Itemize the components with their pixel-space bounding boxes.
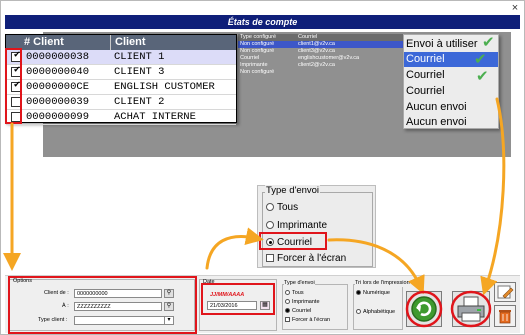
option-label: Tous	[292, 290, 304, 296]
radio-icon[interactable]	[356, 309, 361, 314]
cell-client: CLIENT 1	[114, 51, 165, 63]
option-label: Courriel	[292, 308, 312, 314]
dropdown-item[interactable]: Aucun envoi	[404, 115, 498, 130]
bg-cell-type: Imprimante	[240, 62, 268, 68]
check-icon: ✔	[474, 51, 487, 68]
option-label: Imprimante	[277, 220, 328, 231]
checkbox-icon[interactable]	[285, 317, 290, 322]
bg-col-email: Courriel	[298, 34, 318, 40]
cell-number: 0000000040	[26, 66, 90, 78]
cell-client: CLIENT 3	[114, 66, 165, 78]
envoi-dropdown[interactable]: Envoi à utiliser Courriel Courriel Courr…	[403, 34, 499, 129]
option-imprimante[interactable]: Imprimante	[285, 299, 320, 306]
option-forcer-ecran[interactable]: Forcer à l'écran	[266, 253, 346, 265]
bg-cell-type: Courriel	[240, 55, 260, 61]
bg-cell-email: client2@v2v.ca	[298, 62, 335, 68]
dropdown-item[interactable]: Aucun envoi	[404, 100, 498, 115]
option-label: Forcer à l'écran	[292, 317, 331, 323]
dropdown-item[interactable]: Courriel	[404, 84, 498, 99]
options-highlight-box	[8, 276, 197, 334]
cell-client: ACHAT INTERNE	[114, 111, 196, 123]
option-imprimante[interactable]: Imprimante	[266, 220, 327, 232]
checkbox-highlight-box	[5, 48, 22, 124]
option-label: Numérique	[363, 290, 390, 296]
bg-grid-row[interactable]: Non configuré client1@v2v.ca	[238, 41, 403, 48]
cell-number: 0000000039	[26, 96, 90, 108]
print-button[interactable]	[452, 291, 490, 327]
bg-grid-header: Type configuré Courriel	[238, 34, 403, 41]
option-label: Tous	[277, 202, 299, 213]
option-courriel[interactable]: Courriel	[285, 308, 311, 315]
client-table: # Client Client ✔ 0000000038 CLIENT 1 ✔ …	[5, 34, 237, 125]
edit-icon	[497, 285, 514, 299]
table-row[interactable]: ✔ 0000000038 CLIENT 1	[6, 50, 236, 65]
tri-legend: Tri lors de l'impression	[355, 280, 410, 287]
option-label: Imprimante	[292, 299, 320, 305]
option-label: Forcer à l'écran	[277, 253, 347, 264]
printer-icon	[457, 296, 485, 322]
groupbox-legend: Type d'envoi	[265, 185, 321, 196]
option-alphabetique[interactable]: Alphabétique	[356, 309, 395, 316]
background-grid: Type configuré Courriel Non configuré cl…	[238, 34, 403, 76]
cell-client: ENGLISH CUSTOMER	[114, 81, 215, 93]
bg-grid-row[interactable]: Courriel englishcustomer@v2v.ca	[238, 55, 403, 62]
bg-col-type: Type configuré	[240, 34, 277, 40]
table-row[interactable]: ✔ 0000000040 CLIENT 3	[6, 65, 236, 80]
radio-icon[interactable]	[285, 299, 290, 304]
bg-cell-type: Non configuré	[240, 48, 275, 54]
window-title: États de compte	[5, 15, 520, 29]
option-forcer-ecran[interactable]: Forcer à l'écran	[285, 317, 330, 324]
edit-button[interactable]	[494, 282, 516, 302]
bg-cell-type: Non configuré	[240, 69, 275, 75]
cell-client: CLIENT 2	[114, 96, 165, 108]
radio-icon[interactable]	[356, 290, 361, 295]
bg-cell-email: client3@v2v.ca	[298, 48, 335, 54]
table-header: # Client Client	[6, 35, 236, 50]
trash-icon	[499, 310, 511, 324]
table-row[interactable]: 0000000039 CLIENT 2	[6, 95, 236, 110]
table-row[interactable]: 0000000099 ACHAT INTERNE	[6, 110, 236, 125]
col-client-name[interactable]: Client	[115, 35, 146, 50]
radio-icon[interactable]	[285, 308, 290, 313]
option-label: Alphabétique	[363, 309, 396, 315]
bg-grid-row[interactable]: Non configuré client3@v2v.ca	[238, 48, 403, 55]
option-tous[interactable]: Tous	[285, 290, 304, 297]
check-icon: ✔	[476, 68, 489, 85]
option-numerique[interactable]: Numérique	[356, 290, 390, 297]
checkbox-icon[interactable]	[266, 254, 274, 262]
close-icon[interactable]: ×	[508, 2, 522, 14]
bg-cell-email: client1@v2v.ca	[298, 41, 335, 47]
type-envoi-zoom: Type d'envoi Tous Imprimante Courriel Fo…	[257, 185, 376, 268]
refresh-button[interactable]	[406, 291, 442, 327]
bg-grid-row[interactable]: Imprimante client2@v2v.ca	[238, 62, 403, 69]
bg-cell-email: englishcustomer@v2v.ca	[298, 55, 360, 61]
column-divider[interactable]	[110, 35, 111, 50]
radio-icon[interactable]	[266, 203, 274, 211]
delete-button[interactable]	[494, 305, 516, 327]
cell-number: 0000000038	[26, 51, 90, 63]
table-row[interactable]: ✔ 00000000CE ENGLISH CUSTOMER	[6, 80, 236, 95]
col-client-number[interactable]: # Client	[24, 35, 64, 50]
refresh-icon	[411, 296, 437, 322]
radio-icon[interactable]	[266, 221, 274, 229]
bg-grid-row[interactable]: Non configuré	[238, 69, 403, 76]
date-highlight-box	[201, 283, 275, 315]
option-tous[interactable]: Tous	[266, 202, 298, 214]
bg-cell-type: Non configuré	[240, 41, 275, 47]
radio-icon[interactable]	[285, 290, 290, 295]
bg-cell-email	[298, 69, 402, 76]
cell-number: 0000000099	[26, 111, 90, 123]
courriel-highlight-box	[259, 232, 327, 250]
check-icon: ✔	[482, 34, 495, 51]
type-envoi-legend: Type d'envoi	[284, 280, 315, 287]
cell-number: 00000000CE	[26, 81, 90, 93]
